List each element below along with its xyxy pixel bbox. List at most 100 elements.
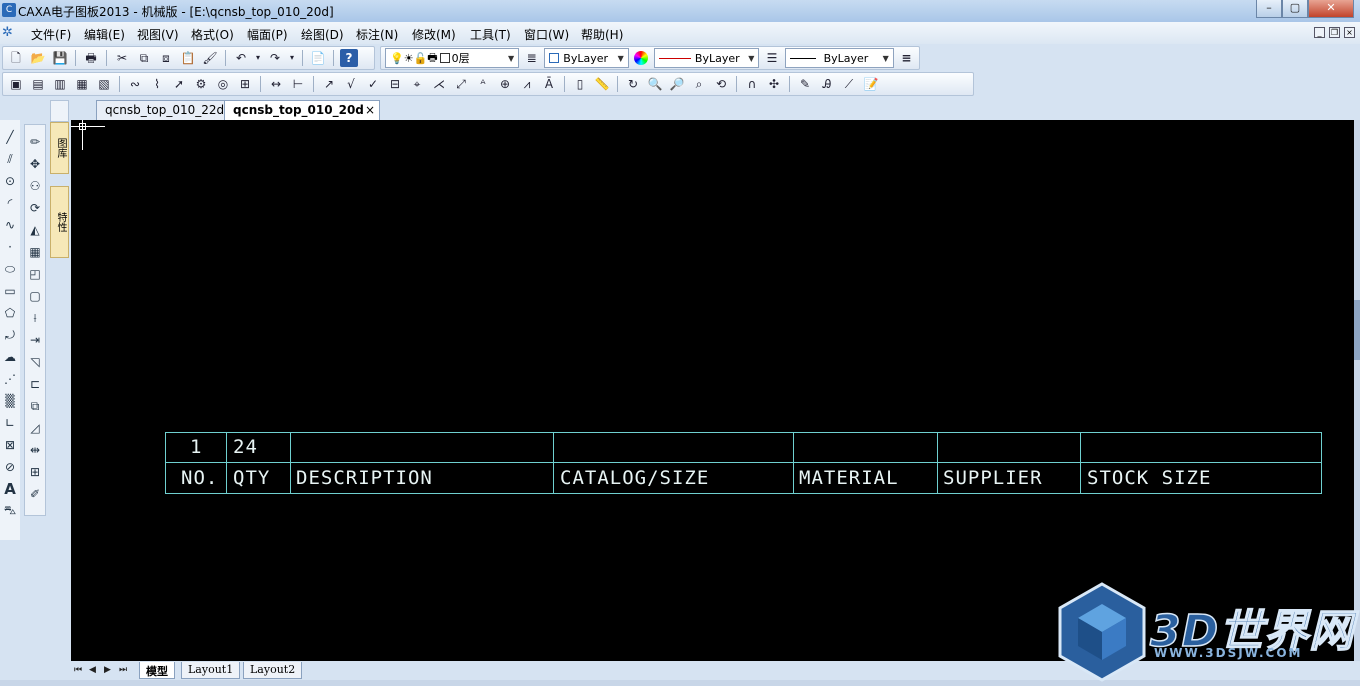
ellipse-icon[interactable]: ⬭ <box>1 260 19 278</box>
linetype-combo[interactable]: ByLayer ▼ <box>653 48 760 68</box>
menu-edit[interactable]: 编辑(E) <box>81 25 128 44</box>
tab-qcnsb-top-010-22d[interactable]: qcnsb_top_010_22d <box>96 100 244 120</box>
parallel-line-icon[interactable]: ⫽ <box>1 150 19 168</box>
parts-list-icon[interactable]: ▥ <box>51 75 69 93</box>
circle-icon[interactable]: ⊙ <box>1 172 19 190</box>
array-icon[interactable]: ▦ <box>26 243 44 261</box>
stretch-icon[interactable]: ⧉ <box>26 397 44 415</box>
measure-icon[interactable]: 📏 <box>593 75 611 93</box>
leader-icon[interactable]: ↗ <box>320 75 338 93</box>
menu-tools[interactable]: 工具(T) <box>467 25 514 44</box>
maximize-button[interactable]: ▢ <box>1282 0 1308 18</box>
menu-dimension[interactable]: 标注(N) <box>353 25 401 44</box>
check-mark-icon[interactable]: ✓ <box>364 75 382 93</box>
copy-selection-icon[interactable]: ⚇ <box>26 177 44 195</box>
move-icon[interactable]: ✥ <box>26 155 44 173</box>
layer-combo[interactable]: 💡 ☀ 🔓 🖶 0层 ▼ <box>385 48 520 68</box>
zoom-in-icon[interactable]: 🔎 <box>668 75 686 93</box>
menu-view[interactable]: 视图(V) <box>134 25 182 44</box>
linetype-manager-icon[interactable]: ☰ <box>763 49 780 67</box>
paste-icon[interactable]: 📋 <box>179 49 197 67</box>
print-icon[interactable]: 🖶 <box>82 49 100 67</box>
properties-tab[interactable]: 特性 <box>50 186 69 258</box>
eraser-icon[interactable]: ✏ <box>26 133 44 151</box>
app-menu-icon[interactable]: ✲ <box>2 25 18 41</box>
scale-icon[interactable]: ◰ <box>26 265 44 283</box>
doc-minimize-icon[interactable]: _ <box>1314 27 1325 38</box>
text-edit-icon[interactable]: Ā <box>540 75 558 93</box>
centerline-icon[interactable]: ⋰ <box>1 370 19 388</box>
redo-icon[interactable]: ↷ <box>266 49 284 67</box>
join-icon[interactable]: ⊞ <box>26 463 44 481</box>
bearing-icon[interactable]: ◎ <box>214 75 232 93</box>
text-icon[interactable]: A <box>1 480 19 498</box>
chamfer-dim-icon[interactable]: ⩘ <box>518 75 536 93</box>
save-icon[interactable]: 💾 <box>51 49 69 67</box>
text-ab-icon[interactable]: ᴬ <box>474 75 492 93</box>
clipboard-icon[interactable]: 📄 <box>309 49 327 67</box>
arc-icon[interactable]: ◜ <box>1 194 19 212</box>
hole-icon[interactable]: ⊞ <box>236 75 254 93</box>
sketch-icon[interactable]: ✎ <box>796 75 814 93</box>
extend-icon[interactable]: ⇥ <box>26 331 44 349</box>
block-icon[interactable]: ⊠ <box>1 436 19 454</box>
roughness-icon[interactable]: √ <box>342 75 360 93</box>
title-block-icon[interactable]: ▤ <box>29 75 47 93</box>
redo-dropdown-icon[interactable]: ▾ <box>288 49 296 67</box>
doc-restore-icon[interactable]: ❐ <box>1329 27 1340 38</box>
tab-layout2[interactable]: Layout2 <box>243 662 303 679</box>
undo-dropdown-icon[interactable]: ▾ <box>254 49 262 67</box>
layer-manager-icon[interactable]: ≣ <box>523 49 540 67</box>
library-tab[interactable]: 图库 <box>50 122 69 174</box>
baseline-dimension-icon[interactable]: ⊢ <box>289 75 307 93</box>
menu-draw[interactable]: 绘图(D) <box>298 25 347 44</box>
image-icon[interactable]: ⊘ <box>1 458 19 476</box>
cloud-icon[interactable]: ☁ <box>1 348 19 366</box>
zoom-all-icon[interactable]: ⌕ <box>690 75 708 93</box>
drawing-canvas[interactable]: 1 24 NO. QTY DESCRIPTION CATALOG/SIZE MA… <box>71 120 1354 661</box>
lineweight-icon[interactable]: ≡ <box>898 49 915 67</box>
snap-icon[interactable]: ✣ <box>765 75 783 93</box>
explode-icon[interactable]: ⇹ <box>26 441 44 459</box>
linear-dimension-icon[interactable]: ↔ <box>267 75 285 93</box>
text-style-icon[interactable]: Ꭿ <box>818 75 836 93</box>
color-wheel-icon[interactable] <box>633 49 650 67</box>
wave-line-icon[interactable]: ∾ <box>126 75 144 93</box>
menu-help[interactable]: 帮助(H) <box>578 25 626 44</box>
copy-icon[interactable]: ⧉ <box>135 49 153 67</box>
text-box-icon[interactable]: ▧ <box>95 75 113 93</box>
gear-drawing-icon[interactable]: ⚙ <box>192 75 210 93</box>
chamfer-icon[interactable]: ◿ <box>26 419 44 437</box>
doc-close-icon[interactable]: × <box>1344 27 1355 38</box>
trim-icon[interactable]: ⟊ <box>26 309 44 327</box>
datum-icon[interactable]: ⊟ <box>386 75 404 93</box>
polygon-icon[interactable]: ⬠ <box>1 304 19 322</box>
point-icon[interactable]: · <box>1 238 19 256</box>
weld-icon[interactable]: ⋌ <box>430 75 448 93</box>
prev-layout-icon[interactable]: ◀ <box>89 665 96 675</box>
zoom-previous-icon[interactable]: ⟲ <box>712 75 730 93</box>
vertical-scrollbar[interactable] <box>1354 120 1360 661</box>
menu-window[interactable]: 窗口(W) <box>521 25 572 44</box>
menu-sheet[interactable]: 幅面(P) <box>244 25 291 44</box>
menu-format[interactable]: 格式(O) <box>188 25 237 44</box>
close-button[interactable]: ✕ <box>1308 0 1354 18</box>
caxa-app-icon[interactable]: C <box>2 3 16 17</box>
center-mark-icon[interactable]: ⊕ <box>496 75 514 93</box>
new-file-icon[interactable]: 🗋 <box>7 49 25 67</box>
fillet-icon[interactable]: ◹ <box>26 353 44 371</box>
zoom-window-icon[interactable]: 🔍 <box>646 75 664 93</box>
redraw-icon[interactable]: ↻ <box>624 75 642 93</box>
edit-note-icon[interactable]: 📝 <box>862 75 880 93</box>
ortho-line-icon[interactable]: ∟ <box>1 414 19 432</box>
table-icon[interactable]: ▦ <box>73 75 91 93</box>
rectangle-icon[interactable]: ▭ <box>1 282 19 300</box>
tolerance-icon[interactable]: ⌖ <box>408 75 426 93</box>
arrow-icon[interactable]: ➚ <box>170 75 188 93</box>
frame-icon[interactable]: ▣ <box>7 75 25 93</box>
next-layout-icon[interactable]: ▶ <box>104 665 111 675</box>
spline-icon[interactable]: ∿ <box>1 216 19 234</box>
magnet-icon[interactable]: ∩ <box>743 75 761 93</box>
undo-icon[interactable]: ↶ <box>232 49 250 67</box>
dimension-style-icon[interactable]: ⟋ <box>840 75 858 93</box>
